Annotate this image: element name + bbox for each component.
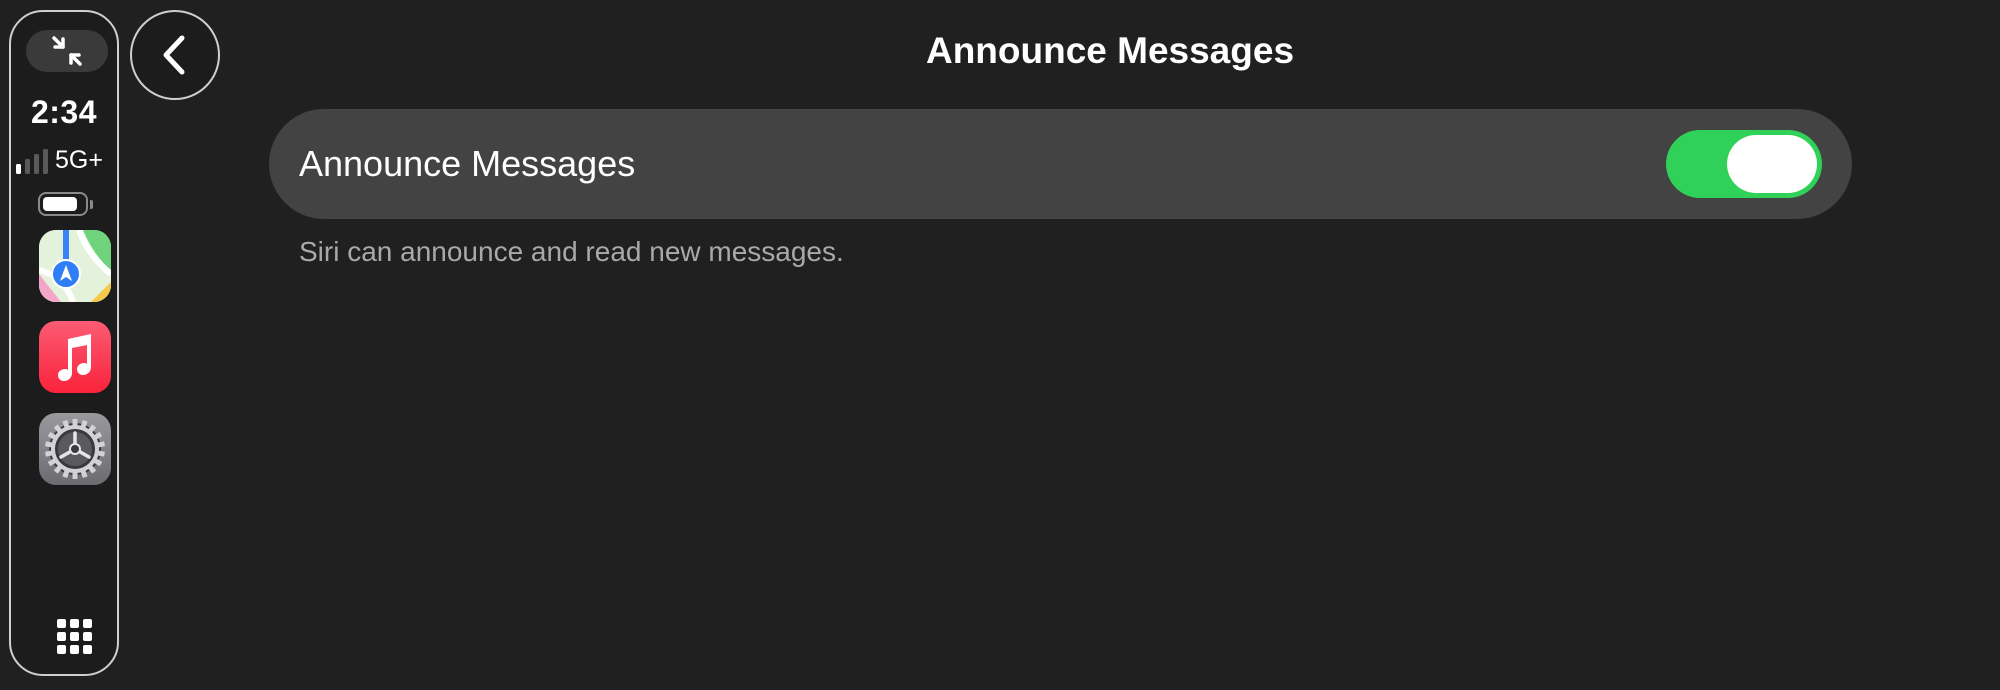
settings-icon (45, 419, 105, 479)
music-app[interactable] (39, 321, 111, 393)
announce-messages-row[interactable]: Announce Messages (269, 109, 1852, 219)
battery-icon (38, 190, 96, 218)
status-time: 2:34 (30, 94, 98, 130)
shrink-arrows-icon (52, 36, 82, 66)
back-button[interactable] (130, 10, 220, 100)
page-title: Announce Messages (925, 30, 1295, 71)
page-title-container: Announce Messages (220, 30, 2000, 72)
carplay-screen: 2:34 5G+ Announce Messages Announce Mess… (0, 0, 2000, 690)
toggle-knob (1727, 135, 1817, 193)
signal-strength-icon (16, 148, 48, 174)
settings-app[interactable] (39, 413, 111, 485)
maps-icon (39, 230, 111, 302)
network-type: 5G+ (55, 146, 103, 174)
music-icon (58, 334, 91, 381)
settings-footnote: Siri can announce and read new messages. (299, 236, 844, 267)
maps-app[interactable] (39, 230, 111, 302)
cellular-status: 5G+ (16, 144, 116, 174)
announce-messages-toggle[interactable] (1666, 130, 1822, 198)
carplay-dock: 2:34 5G+ (9, 10, 119, 676)
announce-messages-label: Announce Messages (299, 143, 636, 184)
shrink-dock-button[interactable] (26, 30, 108, 72)
chevron-left-icon (163, 35, 185, 75)
app-library-button[interactable] (57, 619, 93, 655)
app-grid-icon (57, 619, 92, 654)
